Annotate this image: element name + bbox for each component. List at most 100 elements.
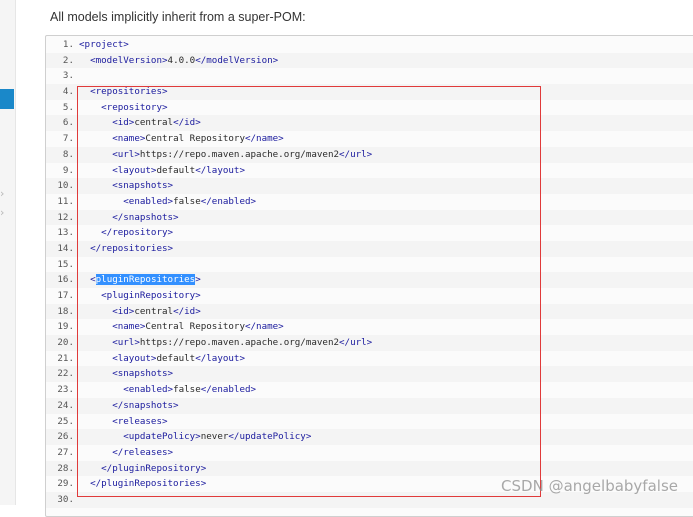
xml-tag: </enabled> (200, 384, 257, 396)
code-line: 6. <id>central</id> (46, 115, 693, 132)
code-line: 9. <layout>default</layout> (46, 163, 693, 179)
xml-text: https://repo.maven.apache.org/maven2 (139, 337, 340, 349)
code-line: 13. </repository> (46, 225, 693, 241)
xml-tag: <repositories> (90, 86, 168, 98)
line-number: 28. (57, 462, 74, 474)
xml-tag: <updatePolicy> (123, 431, 201, 443)
code-line: 11. <enabled>false</enabled> (46, 194, 693, 210)
xml-tag: <url> (112, 337, 140, 349)
xml-tag: <modelVersion> (90, 54, 168, 66)
xml-text: default (156, 164, 196, 176)
line-number: 11. (57, 195, 74, 207)
xml-text: false (173, 384, 201, 396)
code-line: 17. <pluginRepository> (46, 288, 693, 304)
xml-tag: </enabled> (200, 195, 257, 207)
line-number: 8. (62, 148, 74, 160)
xml-text: never (200, 431, 229, 443)
code-line: 3. (46, 68, 693, 84)
xml-tag: </repository> (101, 227, 174, 239)
xml-text: central (134, 305, 174, 317)
code-block: 1. <project> 2. <modelVersion>4.0.0</model… (45, 35, 693, 517)
line-number: 9. (62, 164, 74, 176)
rail-active-marker[interactable] (0, 89, 14, 109)
code-line: 1. <project> (46, 37, 693, 53)
chevron-right-icon[interactable]: › (0, 188, 8, 200)
xml-tag: <name> (112, 321, 146, 333)
line-number: 20. (57, 337, 74, 349)
code-line: 26. <updatePolicy>never</updatePolicy> (46, 429, 693, 445)
left-rail: › › (0, 0, 16, 505)
code-line: 10. <snapshots> (46, 178, 693, 194)
selected-text[interactable]: pluginRepositories (95, 274, 196, 286)
xml-tag: </id> (173, 117, 201, 129)
line-number: 5. (62, 101, 74, 113)
code-line: 7. <name>Central Repository</name> (46, 131, 693, 147)
line-number: 3. (62, 70, 74, 82)
code-lines: 1. <project> 2. <modelVersion>4.0.0</model… (46, 37, 693, 508)
line-number: 4. (62, 86, 74, 98)
xml-tag: </snapshots> (112, 399, 179, 411)
xml-text: Central Repository (145, 133, 245, 145)
xml-text: Central Repository (145, 321, 245, 333)
line-number: 16. (57, 274, 74, 286)
xml-tag: <releases> (112, 415, 168, 427)
xml-text: https://repo.maven.apache.org/maven2 (139, 148, 340, 160)
xml-text: central (134, 117, 174, 129)
line-number: 25. (57, 415, 74, 427)
xml-tag: > (195, 274, 201, 286)
code-line: 21. <layout>default</layout> (46, 351, 693, 367)
chevron-right-icon[interactable]: › (0, 207, 8, 219)
xml-tag: </layout> (195, 352, 245, 364)
code-line: 19. <name>Central Repository</name> (46, 319, 693, 335)
code-line: 18. <id>central</id> (46, 303, 693, 320)
xml-tag: <layout> (112, 352, 157, 364)
line-number: 2. (62, 54, 74, 66)
xml-tag: </snapshots> (112, 211, 179, 223)
xml-text: default (156, 352, 196, 364)
xml-tag: < (90, 274, 96, 286)
xml-tag: </repositories> (90, 242, 174, 254)
code-line: 24. </snapshots> (46, 397, 693, 414)
xml-text: false (173, 195, 201, 207)
code-line: 22. <snapshots> (46, 366, 693, 383)
xml-tag: <pluginRepository> (101, 290, 201, 301)
xml-tag: <id> (112, 117, 135, 129)
line-number: 15. (57, 258, 74, 270)
line-number: 22. (57, 368, 74, 380)
line-number: 7. (62, 133, 74, 145)
watermark: CSDN @angelbabyfalse (501, 477, 678, 495)
xml-tag: </modelVersion> (195, 54, 279, 66)
code-line: 2. <modelVersion>4.0.0</modelVersion> (46, 52, 693, 69)
code-line: 25. <releases> (46, 414, 693, 430)
xml-tag: </layout> (195, 164, 245, 176)
line-number: 23. (57, 384, 74, 396)
line-number: 14. (57, 242, 74, 254)
line-number: 21. (57, 352, 74, 364)
code-line: 23. <enabled>false</enabled> (46, 382, 693, 398)
code-line: 20. <url>https://repo.maven.apache.org/m… (46, 335, 693, 351)
code-line: 16. <pluginRepositories> (46, 272, 693, 288)
line-number: 24. (57, 399, 74, 411)
xml-tag: </releases> (112, 446, 174, 458)
xml-tag: <snapshots> (112, 368, 174, 380)
line-number: 10. (57, 180, 74, 192)
line-number: 13. (57, 227, 74, 239)
line-number: 18. (57, 305, 74, 317)
